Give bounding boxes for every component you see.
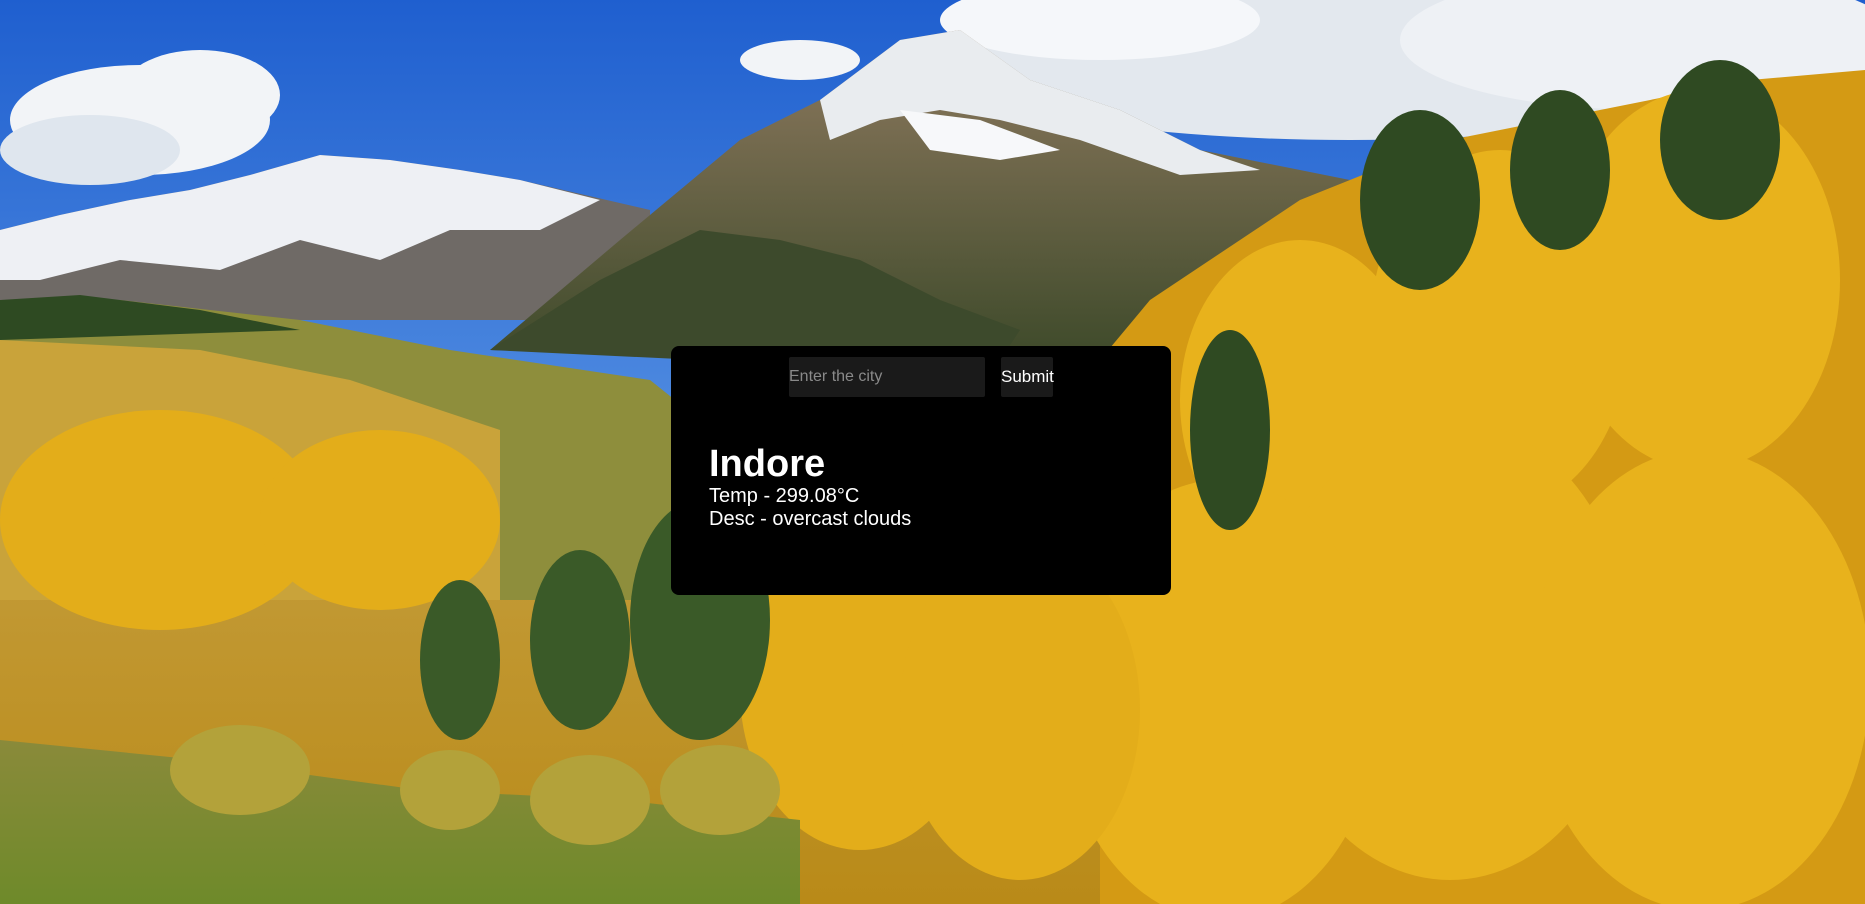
- weather-result: Indore Temp - 299.08°C Desc - overcast c…: [709, 443, 911, 531]
- city-name: Indore: [709, 443, 826, 485]
- search-form: Submit: [789, 357, 1054, 397]
- page-background: Submit Indore Temp - 299.08°C Desc - ove…: [0, 0, 1865, 904]
- submit-button[interactable]: Submit: [1001, 357, 1054, 397]
- temperature-text: Temp - 299.08°C: [709, 485, 860, 507]
- city-search-input[interactable]: [789, 357, 985, 397]
- description-text: Desc - overcast clouds: [709, 508, 912, 530]
- weather-card: Submit Indore Temp - 299.08°C Desc - ove…: [671, 346, 1171, 595]
